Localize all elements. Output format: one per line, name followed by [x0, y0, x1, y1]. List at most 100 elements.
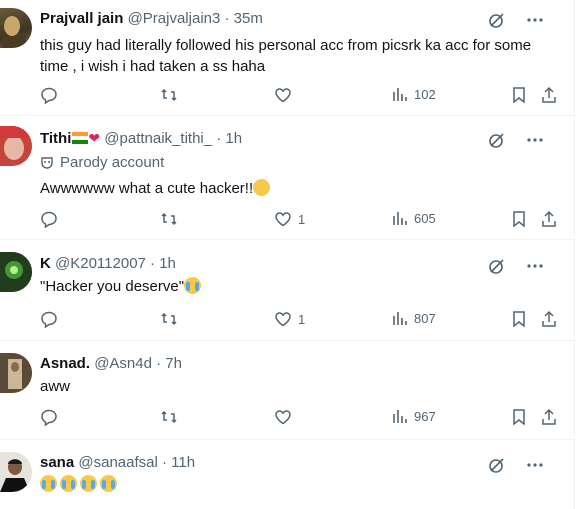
views-button[interactable]: 102 — [392, 86, 436, 102]
crying-face-emoji — [80, 475, 97, 492]
like-button[interactable]: 1 — [274, 210, 305, 228]
retweet-button[interactable] — [160, 86, 178, 104]
retweet-icon — [161, 410, 177, 424]
avatar[interactable] — [0, 452, 32, 492]
tweet-text: aww — [40, 376, 560, 397]
like-icon — [275, 312, 291, 327]
mask-icon — [41, 156, 53, 169]
tweet-text: this guy had literally followed his pers… — [40, 35, 560, 77]
like-icon — [275, 410, 291, 425]
grok-icon[interactable] — [487, 455, 507, 475]
tweet-header: Prajvall jain @Prajvaljain3 · 35m — [40, 9, 263, 29]
tweet-text: "Hacker you deserve" — [40, 276, 560, 297]
views-button[interactable]: 807 — [392, 310, 436, 326]
share-button[interactable] — [540, 408, 558, 426]
bookmark-button[interactable] — [511, 408, 527, 426]
view-count: 102 — [414, 86, 436, 102]
avatar[interactable] — [0, 8, 32, 48]
timestamp[interactable]: · 35m — [225, 10, 263, 27]
avatar[interactable] — [0, 126, 32, 166]
reply-button[interactable] — [40, 86, 58, 104]
user-handle[interactable]: @sanaafsal — [78, 454, 157, 471]
crying-face-emoji — [100, 475, 117, 492]
tweet-top-actions — [487, 455, 545, 475]
avatar[interactable] — [0, 353, 32, 393]
display-name[interactable]: Tithi — [40, 130, 71, 147]
tweet-text — [40, 475, 560, 492]
like-icon — [275, 88, 291, 103]
bookmark-icon — [513, 409, 525, 426]
views-icon — [393, 312, 407, 325]
tweet-top-actions — [487, 10, 545, 30]
like-icon — [275, 212, 291, 227]
tweet-text: Awwwwww what a cute hacker!! — [40, 178, 560, 199]
parody-text: Parody account — [60, 154, 165, 171]
bookmark-button[interactable] — [511, 86, 527, 104]
tweet[interactable]: Asnad. @Asn4d · 7h aww 967 — [0, 341, 575, 440]
reply-button[interactable] — [40, 408, 58, 426]
user-handle[interactable]: @Prajvaljain3 — [128, 10, 221, 27]
like-count: 1 — [298, 211, 306, 227]
display-name[interactable]: Prajvall jain — [40, 10, 123, 27]
action-bar: 967 — [40, 408, 560, 428]
views-button[interactable]: 967 — [392, 408, 436, 424]
tweet-header: Asnad. @Asn4d · 7h — [40, 354, 182, 374]
tweet[interactable]: K @K20112007 · 1h "Hacker you deserve" 1… — [0, 240, 575, 341]
share-button[interactable] — [540, 210, 558, 228]
reply-button[interactable] — [40, 210, 58, 228]
tweet-header: sana @sanaafsal · 11h — [40, 453, 195, 473]
like-button[interactable] — [274, 86, 298, 104]
tweet-top-actions — [487, 256, 545, 276]
display-name[interactable]: Asnad. — [40, 355, 90, 372]
more-icon[interactable] — [525, 130, 545, 150]
more-icon[interactable] — [525, 10, 545, 30]
action-bar: 1 807 — [40, 310, 560, 330]
crying-face-emoji — [184, 277, 202, 294]
like-button[interactable] — [274, 408, 298, 426]
tweet-top-actions — [487, 130, 545, 150]
timestamp[interactable]: · 1h — [150, 255, 176, 272]
tweet-header: Tithi ❤ @pattnaik_tithi_ · 1h — [40, 128, 242, 149]
timestamp[interactable]: · 7h — [156, 355, 182, 372]
views-icon — [393, 212, 407, 225]
tweet[interactable]: Prajvall jain @Prajvaljain3 · 35m this g… — [0, 0, 575, 116]
retweet-button[interactable] — [160, 210, 178, 228]
reply-icon — [41, 311, 57, 328]
share-button[interactable] — [540, 86, 558, 104]
bookmark-icon — [513, 211, 525, 228]
crying-face-emoji — [40, 475, 57, 492]
bookmark-icon — [513, 311, 525, 328]
tweet-text-line: aww — [40, 378, 71, 395]
bookmark-button[interactable] — [511, 210, 527, 228]
tweet[interactable]: sana @sanaafsal · 11h — [0, 440, 575, 509]
retweet-button[interactable] — [160, 310, 178, 328]
user-handle[interactable]: @pattnaik_tithi_ — [104, 130, 212, 147]
tweet[interactable]: Tithi ❤ @pattnaik_tithi_ · 1h Parody acco… — [0, 116, 575, 240]
avatar[interactable] — [0, 252, 32, 292]
retweet-icon — [161, 88, 177, 102]
pleading-face-emoji — [253, 179, 271, 196]
tweet-text-line: Awwwwww what a cute hacker!! — [40, 180, 254, 197]
view-count: 605 — [414, 210, 436, 226]
retweet-button[interactable] — [160, 408, 178, 426]
bookmark-button[interactable] — [511, 310, 527, 328]
view-count: 807 — [414, 310, 436, 326]
user-handle[interactable]: @K20112007 — [55, 255, 146, 272]
more-icon[interactable] — [525, 256, 545, 276]
display-name[interactable]: K — [40, 255, 51, 272]
grok-icon[interactable] — [487, 130, 507, 150]
more-icon[interactable] — [525, 455, 545, 475]
reply-button[interactable] — [40, 310, 58, 328]
timestamp[interactable]: · 11h — [162, 454, 195, 471]
like-count: 1 — [298, 311, 306, 327]
like-button[interactable]: 1 — [274, 310, 305, 328]
grok-icon[interactable] — [487, 256, 507, 276]
views-button[interactable]: 605 — [392, 210, 436, 226]
grok-icon[interactable] — [487, 10, 507, 30]
user-handle[interactable]: @Asn4d — [94, 355, 152, 372]
timestamp[interactable]: · 1h — [216, 130, 242, 147]
views-icon — [393, 88, 407, 101]
reply-icon — [41, 211, 57, 228]
display-name[interactable]: sana — [40, 454, 74, 471]
share-button[interactable] — [540, 310, 558, 328]
